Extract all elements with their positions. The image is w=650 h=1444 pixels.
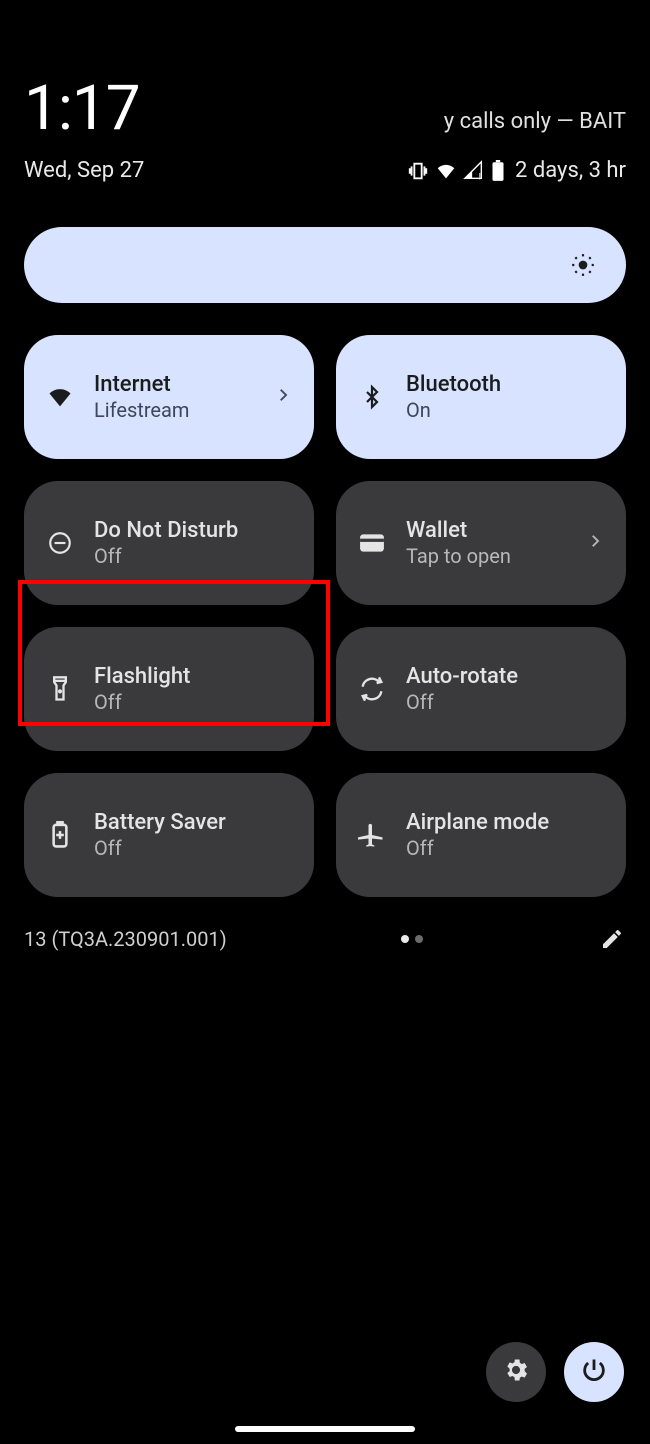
tile-title: Battery Saver [94,809,292,837]
settings-button[interactable] [486,1342,546,1402]
page-indicator [227,935,598,943]
wifi-icon [435,160,457,182]
airplane-icon [358,821,386,849]
battery-icon [491,160,505,182]
wifi-icon [46,383,74,411]
bluetooth-tile[interactable]: Bluetooth On [336,335,626,459]
tile-title: Flashlight [94,663,292,691]
chevron-right-icon [274,386,292,408]
wallet-icon [358,533,386,553]
tile-subtitle: Off [94,544,292,569]
dnd-tile[interactable]: Do Not Disturb Off [24,481,314,605]
power-icon [580,1356,608,1388]
edit-button[interactable] [598,927,626,951]
tile-title: Bluetooth [406,371,604,399]
carrier-text: y calls only — BAIT [444,109,626,140]
battery-saver-icon [46,821,74,849]
bluetooth-icon [358,383,386,411]
build-text: 13 (TQ3A.230901.001) [24,927,227,951]
flashlight-tile[interactable]: Flashlight Off [24,627,314,751]
tile-subtitle: Off [406,836,604,861]
tile-subtitle: Off [94,690,292,715]
brightness-slider[interactable] [24,227,626,303]
tile-subtitle: Off [94,836,292,861]
date-text: Wed, Sep 27 [24,158,144,183]
status-icons: ! 2 days, 3 hr [407,158,626,183]
gear-icon [502,1356,530,1388]
wallet-tile[interactable]: Wallet Tap to open [336,481,626,605]
tile-subtitle: Off [406,690,604,715]
svg-text:!: ! [479,172,481,182]
flashlight-icon [46,675,74,703]
clock-time: 1:17 [24,78,140,140]
power-button[interactable] [564,1342,624,1402]
battery-estimate: 2 days, 3 hr [515,158,626,183]
signal-icon: ! [463,160,485,182]
tile-title: Auto-rotate [406,663,604,691]
tile-title: Wallet [406,517,566,545]
airplane-tile[interactable]: Airplane mode Off [336,773,626,897]
tile-subtitle: Lifestream [94,398,254,423]
dnd-icon [46,530,74,556]
brightness-icon [570,252,596,278]
tile-title: Do Not Disturb [94,517,292,545]
gesture-nav-bar[interactable] [235,1426,415,1432]
autorotate-tile[interactable]: Auto-rotate Off [336,627,626,751]
internet-tile[interactable]: Internet Lifestream [24,335,314,459]
tile-subtitle: On [406,398,604,423]
vibrate-icon [407,160,429,182]
autorotate-icon [358,675,386,703]
tile-title: Airplane mode [406,809,604,837]
tile-subtitle: Tap to open [406,544,566,569]
battery-saver-tile[interactable]: Battery Saver Off [24,773,314,897]
chevron-right-icon [586,532,604,554]
tile-title: Internet [94,371,254,399]
